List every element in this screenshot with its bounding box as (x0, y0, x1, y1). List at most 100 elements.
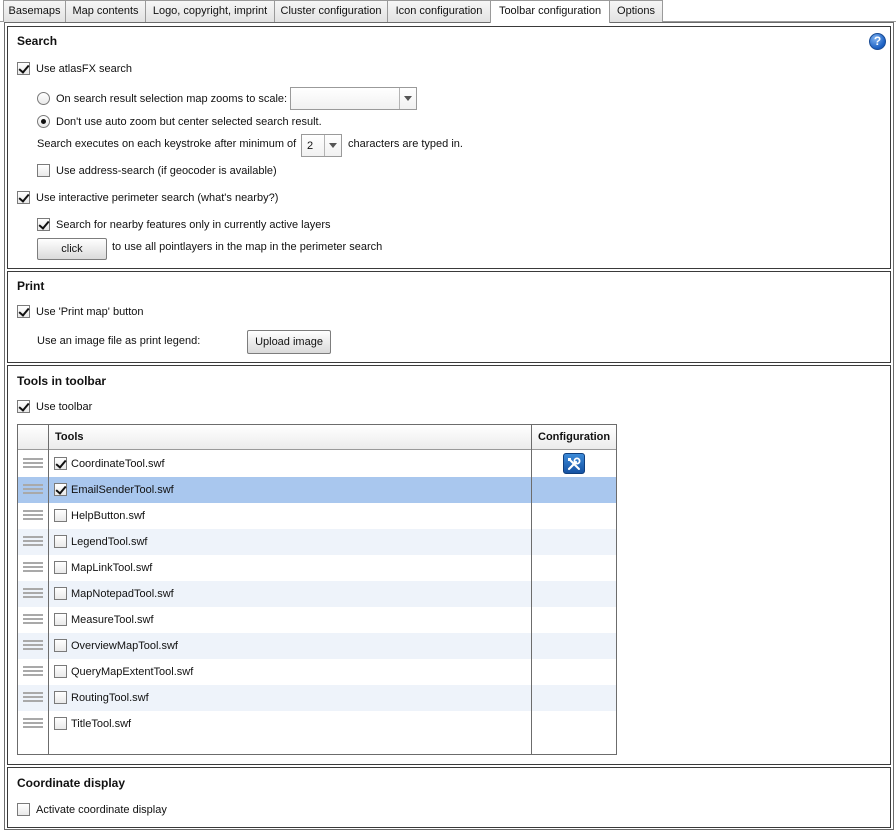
chevron-down-icon (329, 143, 337, 148)
tool-name: OverviewMapTool.swf (71, 640, 178, 652)
table-row[interactable]: MapNotepadTool.swf (18, 581, 616, 607)
no-auto-zoom-label: Don't use auto zoom but center selected … (56, 115, 322, 128)
table-row[interactable]: EmailSenderTool.swf (18, 477, 616, 503)
drag-handle-icon[interactable] (23, 666, 43, 679)
tool-name: HelpButton.swf (71, 510, 145, 522)
tab-logo-copyright-imprint[interactable]: Logo, copyright, imprint (145, 0, 275, 22)
tool-enabled-checkbox[interactable] (54, 587, 67, 600)
use-atlasfx-label: Use atlasFX search (36, 62, 132, 75)
tool-name: EmailSenderTool.swf (71, 484, 174, 496)
help-icon[interactable]: ? (869, 33, 886, 50)
no-auto-zoom-row[interactable]: Don't use auto zoom but center selected … (37, 115, 322, 128)
tool-name: TitleTool.swf (71, 718, 132, 730)
upload-image-button[interactable]: Upload image (247, 330, 331, 354)
drag-handle-icon[interactable] (23, 484, 43, 497)
no-auto-zoom-radio[interactable] (37, 115, 50, 128)
tool-name: MapNotepadTool.swf (71, 588, 174, 600)
use-print-label: Use 'Print map' button (36, 305, 144, 318)
tab-cluster-configuration[interactable]: Cluster configuration (274, 0, 388, 22)
zoom-scale-dropdown-button[interactable] (399, 88, 416, 109)
tool-name: QueryMapExtentTool.swf (71, 666, 194, 678)
zoom-scale-select[interactable] (290, 87, 417, 110)
drag-handle-icon[interactable] (23, 692, 43, 705)
table-row[interactable]: MeasureTool.swf (18, 607, 616, 633)
address-search-label: Use address-search (if geocoder is avail… (56, 164, 277, 177)
tool-enabled-checkbox[interactable] (54, 561, 67, 574)
coordinate-display-title: Coordinate display (17, 776, 126, 790)
perimeter-search-row[interactable]: Use interactive perimeter search (what's… (17, 191, 278, 204)
tool-enabled-checkbox[interactable] (54, 639, 67, 652)
click-suffix-label: to use all pointlayers in the map in the… (112, 241, 383, 253)
wrench-screwdriver-icon[interactable] (563, 453, 585, 474)
tool-enabled-checkbox[interactable] (54, 613, 67, 626)
tool-enabled-checkbox[interactable] (54, 691, 67, 704)
tab-icon-configuration[interactable]: Icon configuration (387, 0, 491, 22)
tool-enabled-checkbox[interactable] (54, 535, 67, 548)
use-atlasfx-row[interactable]: Use atlasFX search (17, 62, 132, 75)
tab-toolbar-configuration[interactable]: Toolbar configuration (490, 0, 610, 23)
tools-column-header[interactable]: Tools (55, 425, 84, 450)
table-row[interactable]: QueryMapExtentTool.swf (18, 659, 616, 685)
zoom-to-scale-radio[interactable] (37, 92, 50, 105)
tool-name: LegendTool.swf (71, 536, 148, 548)
configuration-column-header[interactable]: Configuration (538, 425, 610, 450)
tool-enabled-checkbox[interactable] (54, 509, 67, 522)
tool-enabled-checkbox[interactable] (54, 483, 67, 496)
activate-coordinate-row[interactable]: Activate coordinate display (17, 803, 167, 816)
min-characters-value: 2 (307, 140, 314, 152)
activate-coordinate-label: Activate coordinate display (36, 803, 167, 816)
perimeter-search-checkbox[interactable] (17, 191, 30, 204)
drag-handle-icon[interactable] (23, 562, 43, 575)
drag-handle-icon[interactable] (23, 536, 43, 549)
tab-map-contents[interactable]: Map contents (65, 0, 146, 22)
zoom-to-scale-row[interactable]: On search result selection map zooms to … (37, 92, 287, 105)
keystroke-suffix-row: characters are typed in. (348, 138, 463, 150)
print-title: Print (17, 279, 45, 293)
keystroke-suffix-label: characters are typed in. (348, 138, 463, 150)
use-toolbar-checkbox[interactable] (17, 400, 30, 413)
tab-options[interactable]: Options (609, 0, 663, 22)
table-row[interactable]: OverviewMapTool.swf (18, 633, 616, 659)
table-row[interactable]: HelpButton.swf (18, 503, 616, 529)
use-toolbar-row[interactable]: Use toolbar (17, 400, 92, 413)
address-search-checkbox[interactable] (37, 164, 50, 177)
drag-handle-icon[interactable] (23, 718, 43, 731)
click-suffix-row: to use all pointlayers in the map in the… (112, 241, 382, 253)
drag-handle-icon[interactable] (23, 614, 43, 627)
tool-enabled-checkbox[interactable] (54, 457, 67, 470)
table-row[interactable]: TitleTool.swf (18, 711, 616, 737)
nearby-active-layers-checkbox[interactable] (37, 218, 50, 231)
tools-table: Tools Configuration CoordinateTool.swf Em… (17, 424, 617, 755)
drag-handle-icon[interactable] (23, 588, 43, 601)
table-row[interactable]: CoordinateTool.swf (18, 451, 616, 477)
print-panel: Print Use 'Print map' button Use an imag… (7, 271, 891, 363)
min-characters-dropdown-button[interactable] (324, 135, 341, 156)
address-search-row[interactable]: Use address-search (if geocoder is avail… (37, 164, 277, 177)
activate-coordinate-checkbox[interactable] (17, 803, 30, 816)
table-row[interactable]: RoutingTool.swf (18, 685, 616, 711)
tab-basemaps[interactable]: Basemaps (3, 0, 66, 22)
grip-column-divider (48, 425, 49, 754)
click-button[interactable]: click (37, 238, 107, 260)
perimeter-search-label: Use interactive perimeter search (what's… (36, 191, 279, 204)
table-row[interactable]: LegendTool.swf (18, 529, 616, 555)
drag-handle-icon[interactable] (23, 458, 43, 471)
drag-handle-icon[interactable] (23, 640, 43, 653)
tool-name: MeasureTool.swf (71, 614, 154, 626)
use-atlasfx-checkbox[interactable] (17, 62, 30, 75)
drag-handle-icon[interactable] (23, 510, 43, 523)
chevron-down-icon (404, 96, 412, 101)
min-characters-select[interactable]: 2 (301, 134, 342, 157)
tool-enabled-checkbox[interactable] (54, 665, 67, 678)
print-legend-label: Use an image file as print legend: (37, 335, 201, 347)
keystroke-prefix-label: Search executes on each keystroke after … (37, 138, 297, 150)
table-row[interactable]: MapLinkTool.swf (18, 555, 616, 581)
zoom-to-scale-label: On search result selection map zooms to … (56, 92, 288, 105)
nearby-active-layers-row[interactable]: Search for nearby features only in curre… (37, 218, 331, 231)
keystroke-row: Search executes on each keystroke after … (37, 138, 296, 150)
nearby-active-layers-label: Search for nearby features only in curre… (56, 218, 331, 231)
tool-name: RoutingTool.swf (71, 692, 149, 704)
use-print-row[interactable]: Use 'Print map' button (17, 305, 144, 318)
use-print-checkbox[interactable] (17, 305, 30, 318)
tool-enabled-checkbox[interactable] (54, 717, 67, 730)
